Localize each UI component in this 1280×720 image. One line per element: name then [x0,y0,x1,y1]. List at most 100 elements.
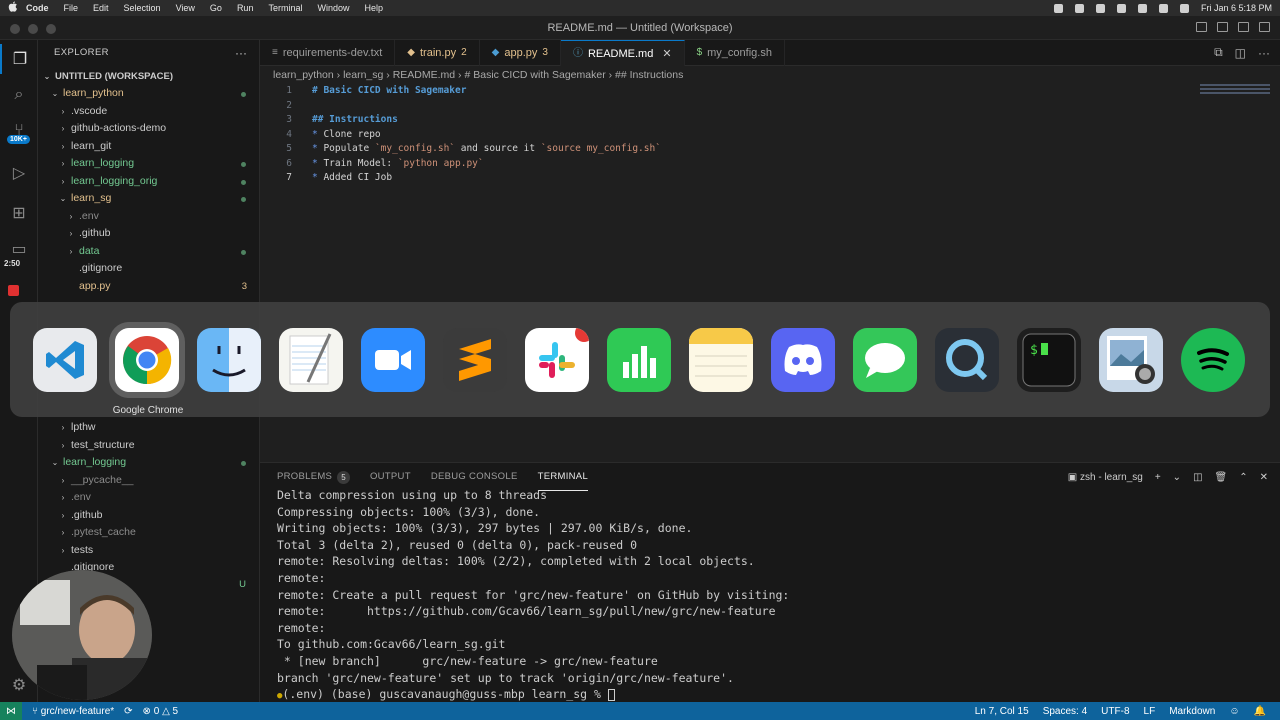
toggle-secondary-sidebar-icon[interactable] [1238,22,1249,32]
apple-icon[interactable] [0,1,26,15]
terminal-selector[interactable]: ▣ zsh - learn_sg [1068,472,1143,483]
menu-item-file[interactable]: File [64,3,79,13]
menu-item-selection[interactable]: Selection [124,3,161,13]
numbers-icon[interactable] [607,328,671,392]
code-line[interactable]: 3 ## Instructions [260,113,1260,128]
tree-item[interactable]: › learn_git [38,138,260,156]
tree-item[interactable]: app.py 3 [38,278,260,296]
code-line[interactable]: 1 # Basic CICD with Sagemaker [260,84,1260,99]
spotify-icon[interactable] [1181,328,1245,392]
sublime-icon[interactable] [443,328,507,392]
preview-icon[interactable] [1099,328,1163,392]
tray-icon[interactable] [1074,3,1084,13]
tree-item[interactable]: ⌄ learn_sg [38,190,260,208]
slack-icon[interactable] [525,328,589,392]
tree-item[interactable]: › test_structure [38,437,260,455]
toggle-sidebar-icon[interactable] [1196,22,1207,32]
branch-indicator[interactable]: ⑂ grc/new-feature* [32,706,114,717]
menu-item-window[interactable]: Window [317,3,349,13]
stop-recording-icon[interactable] [8,285,19,296]
breadcrumb-item[interactable]: README.md [393,69,455,81]
tree-item[interactable]: › data [38,243,260,261]
extensions-icon[interactable]: ⊞ [0,198,38,228]
close-tab-icon[interactable]: ✕ [662,41,671,67]
workspace-header[interactable]: ⌄ UNTITLED (WORKSPACE) [38,68,260,86]
tray-icon[interactable] [1095,3,1105,13]
tree-item[interactable]: › lpthw [38,419,260,437]
end-of-line[interactable]: LF [1144,706,1156,717]
cursor-position[interactable]: Ln 7, Col 15 [975,706,1029,717]
terminal-output[interactable]: Delta compression using up to 8 threads C… [277,487,789,703]
notifications-icon[interactable]: 🔔 [1254,706,1266,717]
breadcrumb-item[interactable]: # Basic CICD with Sagemaker [464,69,605,81]
explorer-icon[interactable]: ❐ [0,44,38,74]
code-line[interactable]: 2 [260,99,1260,114]
feedback-icon[interactable]: ☺ [1229,706,1239,717]
tree-item[interactable]: › .github [38,225,260,243]
tab-readme-md[interactable]: ⓘ README.md ✕ [560,40,685,67]
open-preview-icon[interactable]: ⧉ [1214,45,1223,60]
finder-icon[interactable] [197,328,261,392]
messages-icon[interactable] [853,328,917,392]
tree-item[interactable]: › __pycache__ [38,472,260,490]
tray-icon[interactable] [1116,3,1126,13]
textedit-icon[interactable] [279,328,343,392]
notes-icon[interactable] [689,328,753,392]
close-panel-icon[interactable]: ✕ [1260,472,1268,483]
tree-item[interactable]: ⌄ learn_python [38,85,260,103]
code-line[interactable]: 5 * Populate `my_config.sh` and source it… [260,142,1260,157]
menu-item-help[interactable]: Help [364,3,383,13]
code-line[interactable]: 7 * Added CI Job [260,171,1260,186]
control-center-icon[interactable] [1179,3,1189,13]
tab-train-py[interactable]: ◆ train.py 2 [395,40,480,66]
code-line[interactable]: 6 * Train Model: `python app.py` [260,157,1260,172]
kill-terminal-icon[interactable]: 🗑 [1215,472,1228,483]
chrome-icon[interactable] [115,328,179,392]
split-editor-icon[interactable]: ◫ [1235,46,1246,60]
maximize-panel-icon[interactable]: ⌃ [1239,472,1247,483]
chevron-down-icon[interactable]: ⌄ [1173,472,1181,483]
search-icon[interactable]: ⌕ [0,80,38,110]
menu-item-run[interactable]: Run [237,3,254,13]
vscode-icon[interactable] [33,328,97,392]
tree-item[interactable]: › .env [38,208,260,226]
tree-item[interactable]: › .env [38,489,260,507]
sync-icon[interactable]: ⟳ [124,706,132,717]
zoom-icon[interactable] [361,328,425,392]
tree-item[interactable]: › tests [38,542,260,560]
minimap[interactable] [1200,84,1270,104]
encoding[interactable]: UTF-8 [1101,706,1129,717]
tree-item[interactable]: .gitignore [38,260,260,278]
wifi-icon[interactable] [1137,3,1147,13]
breadcrumb-item[interactable]: ## Instructions [615,69,683,81]
customize-layout-icon[interactable] [1259,22,1270,32]
tree-item[interactable]: ⌄ learn_logging [38,454,260,472]
menu-item-go[interactable]: Go [210,3,222,13]
menu-item-edit[interactable]: Edit [93,3,109,13]
tab-my-config-sh[interactable]: $ my_config.sh [685,40,785,66]
tree-item[interactable]: › github-actions-demo [38,120,260,138]
tab-requirements-dev-txt[interactable]: ≡ requirements-dev.txt [260,40,396,66]
problems-indicator[interactable]: ⊗ 0 △ 5 [143,706,179,717]
tray-icon[interactable] [1053,3,1063,13]
menubar-clock[interactable]: Fri Jan 6 5:18 PM [1201,3,1272,13]
new-terminal-icon[interactable]: + [1155,472,1161,483]
tree-item[interactable]: › learn_logging [38,155,260,173]
more-actions-icon[interactable]: ··· [235,40,247,66]
more-actions-icon[interactable]: ··· [1258,46,1270,60]
search-icon[interactable] [1158,3,1168,13]
code-editor[interactable]: 1 # Basic CICD with Sagemaker 2 3 ## Instruc… [260,84,1260,186]
quicktime-icon[interactable] [935,328,999,392]
split-terminal-icon[interactable]: ◫ [1193,472,1202,483]
discord-icon[interactable] [771,328,835,392]
tree-item[interactable]: › .vscode [38,103,260,121]
indentation[interactable]: Spaces: 4 [1043,706,1087,717]
menu-item-view[interactable]: View [176,3,195,13]
tree-item[interactable]: › learn_logging_orig [38,173,260,191]
run-debug-icon[interactable]: ▷ [0,158,38,188]
terminal-prompt[interactable]: ●(.env) (base) guscavanaugh@guss-mbp lea… [277,686,789,703]
breadcrumb-item[interactable]: learn_sg [343,69,383,81]
menu-item-code[interactable]: Code [26,3,49,13]
tab-app-py[interactable]: ◆ app.py 3 [480,40,561,66]
code-line[interactable]: 4 * Clone repo [260,128,1260,143]
